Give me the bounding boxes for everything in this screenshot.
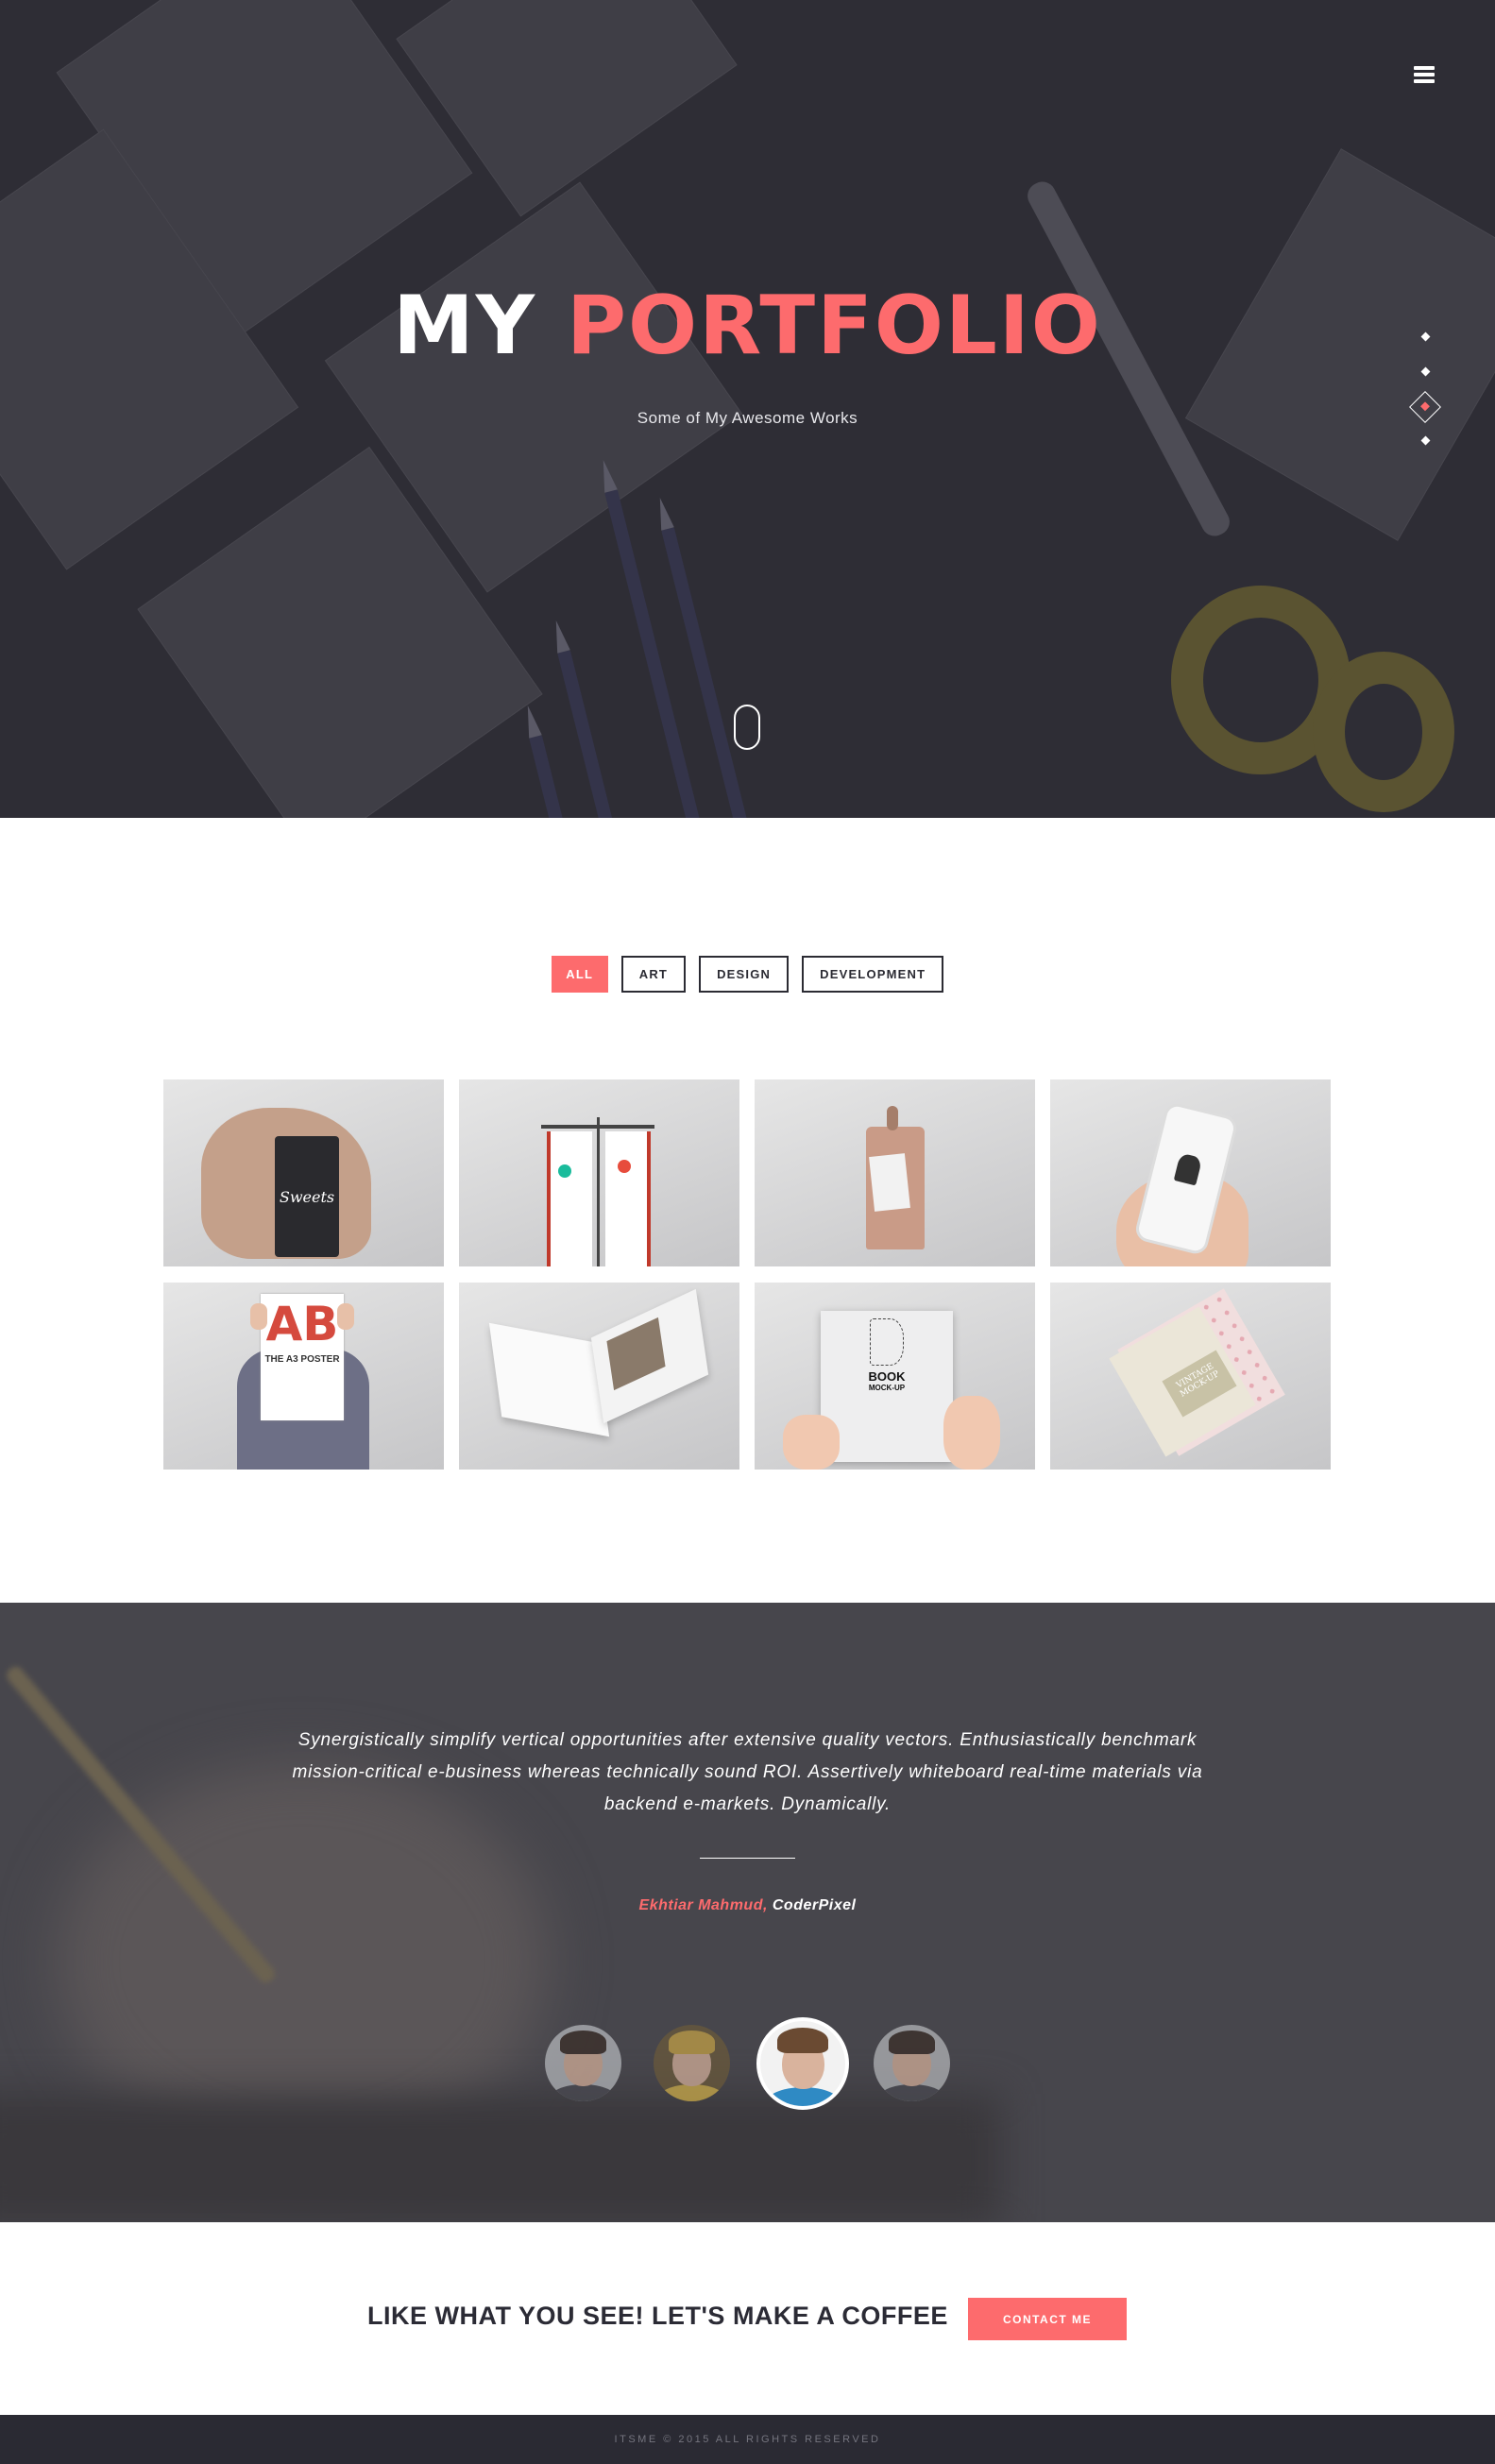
bg-notebook-blur bbox=[0, 2094, 1001, 2222]
hamburger-menu-icon[interactable] bbox=[1414, 66, 1435, 83]
banner-right bbox=[605, 1131, 651, 1266]
hero-bg-scissor-ring bbox=[1313, 652, 1454, 812]
avatar-shirt bbox=[657, 2084, 726, 2101]
hero-title: MY PORTFOLIO bbox=[0, 274, 1495, 378]
book-label-2: MOCK-UP bbox=[868, 1384, 906, 1392]
testimonial-author: Ekhtiar Mahmud, CoderPixel bbox=[0, 1897, 1495, 1914]
poster-letters: AB bbox=[265, 1297, 339, 1351]
hero-title-accent: PORTFOLIO bbox=[566, 279, 1102, 373]
menu-bar bbox=[1414, 73, 1435, 76]
portfolio-item-gift-bag[interactable] bbox=[755, 1079, 1035, 1266]
banner-pole bbox=[597, 1117, 600, 1266]
hero-bg-pencil bbox=[557, 650, 653, 818]
book-label-1: BOOK bbox=[868, 1369, 906, 1384]
avatar-hair bbox=[669, 2031, 715, 2054]
gift-tag bbox=[869, 1153, 910, 1212]
slide-nav-dots bbox=[1409, 331, 1441, 453]
slide-dot-3-active[interactable] bbox=[1409, 391, 1441, 423]
avatar-4[interactable] bbox=[874, 2025, 950, 2101]
filter-design[interactable]: DESIGN bbox=[699, 956, 790, 993]
book-letter bbox=[870, 1318, 904, 1366]
filter-development[interactable]: DEVELOPMENT bbox=[802, 956, 944, 993]
avatar-shirt bbox=[549, 2084, 618, 2101]
menu-bar bbox=[1414, 66, 1435, 70]
banner-left bbox=[547, 1131, 592, 1266]
poster-title: THE A3 POSTER bbox=[264, 1354, 340, 1365]
portfolio-item-rollup-banners[interactable] bbox=[459, 1079, 739, 1266]
scroll-down-mouse-icon[interactable] bbox=[734, 705, 760, 750]
avatar-2[interactable] bbox=[654, 2025, 730, 2101]
hero-title-main: MY bbox=[393, 279, 536, 373]
testimonial-divider bbox=[700, 1858, 795, 1859]
banner-graphic bbox=[618, 1160, 631, 1173]
banner-graphic bbox=[558, 1164, 571, 1178]
gift-ribbon bbox=[887, 1106, 898, 1130]
hero-bg-pencil bbox=[604, 489, 700, 818]
author-company: CoderPixel bbox=[772, 1897, 857, 1913]
footer: ITSME © 2015 ALL RIGHTS RESERVED bbox=[0, 2415, 1495, 2464]
portfolio-item-magazine[interactable] bbox=[459, 1283, 739, 1470]
hand-left bbox=[783, 1415, 840, 1470]
cta-heading: LIKE WHAT YOU SEE! LET'S MAKE A COFFEE bbox=[367, 2302, 948, 2330]
testimonial-avatars bbox=[0, 2017, 1495, 2112]
portfolio-item-sweets-cup[interactable]: Sweets bbox=[163, 1079, 444, 1266]
hero-subtitle: Some of My Awesome Works bbox=[637, 409, 858, 427]
portfolio-item-phone-in-hand[interactable] bbox=[1050, 1079, 1331, 1266]
avatar-hair bbox=[777, 2028, 828, 2054]
portfolio-item-book-mockup[interactable]: BOOK MOCK-UP bbox=[755, 1283, 1035, 1470]
avatar-hair bbox=[560, 2031, 606, 2054]
hand-right bbox=[337, 1303, 354, 1330]
filter-all[interactable]: ALL bbox=[551, 956, 608, 993]
avatar-shirt bbox=[877, 2084, 946, 2101]
avatar-3-active[interactable] bbox=[756, 2017, 849, 2110]
hero-section: MY PORTFOLIO Some of My Awesome Works bbox=[0, 0, 1495, 818]
slide-dot-1[interactable] bbox=[1420, 331, 1431, 342]
slide-dot-4[interactable] bbox=[1420, 435, 1431, 446]
portfolio-item-vintage-envelope[interactable]: VINTAGE MOCK-UP bbox=[1050, 1283, 1331, 1470]
portfolio-grid: Sweets AB THE A3 POSTER BOOK MOCK-UP VIN… bbox=[163, 1079, 1332, 1470]
contact-me-button[interactable]: CONTACT ME bbox=[968, 2298, 1127, 2340]
author-name: Ekhtiar Mahmud, bbox=[638, 1897, 768, 1913]
hero-bg-pencil bbox=[529, 735, 624, 818]
portfolio-filters: ALL ART DESIGN DEVELOPMENT bbox=[0, 956, 1495, 993]
hand-right bbox=[943, 1396, 1000, 1470]
cup-label: Sweets bbox=[279, 1187, 335, 1206]
portfolio-item-a3-poster[interactable]: AB THE A3 POSTER bbox=[163, 1283, 444, 1470]
testimonial-quote: Synergistically simplify vertical opport… bbox=[292, 1730, 1203, 1814]
filter-art[interactable]: ART bbox=[620, 956, 687, 993]
avatar-1[interactable] bbox=[545, 2025, 621, 2101]
avatar-shirt bbox=[764, 2087, 841, 2106]
footer-copyright: ITSME © 2015 ALL RIGHTS RESERVED bbox=[614, 2434, 881, 2445]
cup: Sweets bbox=[275, 1136, 339, 1257]
hand-left bbox=[250, 1303, 267, 1330]
avatar-hair bbox=[889, 2031, 935, 2054]
slide-dot-2[interactable] bbox=[1420, 366, 1431, 377]
menu-bar bbox=[1414, 79, 1435, 83]
poster: AB THE A3 POSTER bbox=[261, 1294, 344, 1420]
